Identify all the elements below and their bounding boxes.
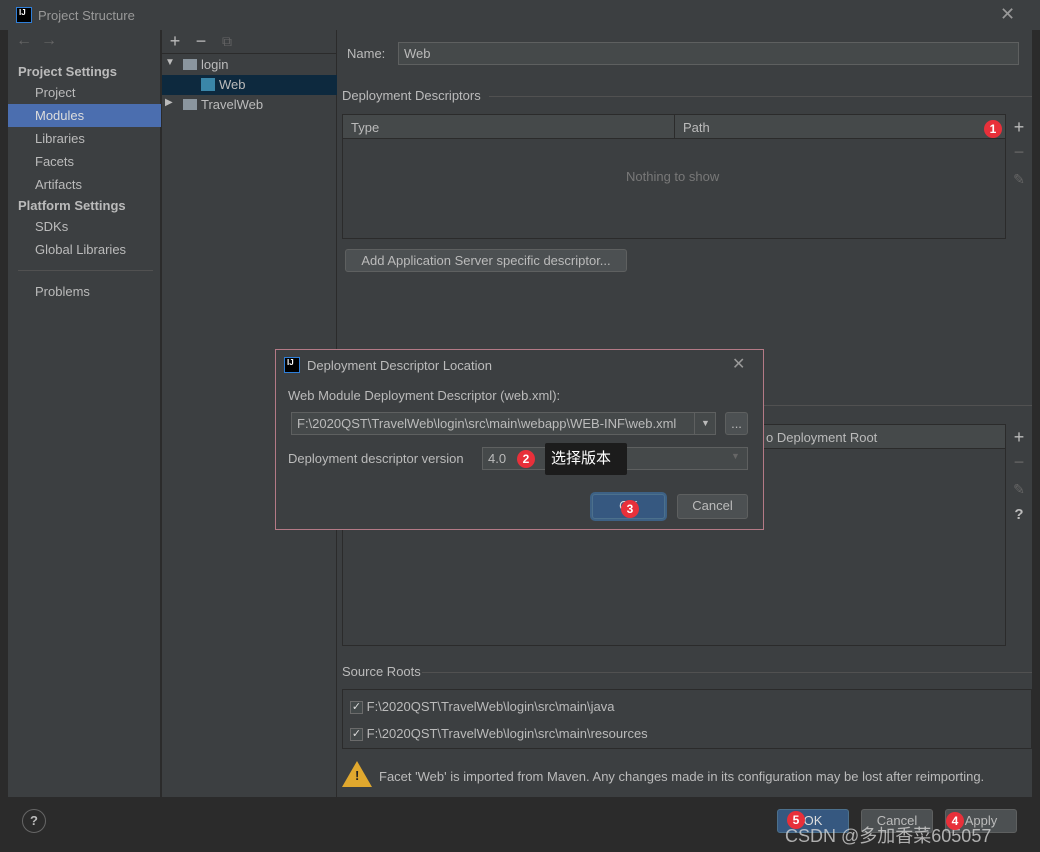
annotation-badge: 2 [517, 450, 535, 468]
column-type[interactable]: Type [351, 120, 379, 135]
close-icon[interactable]: ✕ [1000, 4, 1015, 25]
sidebar-item-artifacts[interactable]: Artifacts [8, 173, 161, 196]
intellij-logo: IJ [16, 7, 32, 23]
module-folder-icon [183, 99, 197, 110]
name-label: Name: [347, 46, 386, 61]
sidebar-item-problems[interactable]: Problems [8, 280, 161, 303]
copy-icon[interactable]: ⧉ [217, 32, 237, 50]
help-button[interactable]: ? [22, 809, 46, 833]
source-root-path: F:\2020QST\TravelWeb\login\src\main\java [366, 699, 615, 714]
browse-button[interactable]: ... [725, 412, 748, 435]
descriptors-table: Type Path Nothing to show [342, 114, 1006, 239]
window-title: Project Structure [38, 8, 135, 23]
deployment-descriptors-heading: Deployment Descriptors [342, 88, 481, 103]
warning-mark: ! [355, 768, 360, 783]
sidebar-item-project[interactable]: Project [8, 81, 161, 104]
sidebar-item-sdks[interactable]: SDKs [8, 215, 161, 238]
divider [18, 270, 153, 271]
intellij-logo: IJ [284, 357, 300, 373]
title-bar: IJ Project Structure ✕ [0, 0, 1040, 30]
sidebar-item-libraries[interactable]: Libraries [8, 127, 161, 150]
deployment-descriptor-dialog: IJ Deployment Descriptor Location ✕ Web … [275, 349, 764, 530]
source-root-item[interactable]: ✓ F:\2020QST\TravelWeb\login\src\main\ja… [350, 699, 615, 715]
descriptor-path: F:\2020QST\TravelWeb\login\src\main\weba… [297, 416, 677, 431]
tree-node-travelweb[interactable]: ▶ TravelWeb [162, 95, 337, 115]
annotation-tooltip: 选择版本 [545, 443, 627, 475]
project-settings-heading: Project Settings [18, 64, 117, 79]
tree-label: Web [219, 77, 246, 92]
source-roots-list: ✓ F:\2020QST\TravelWeb\login\src\main\ja… [342, 689, 1032, 749]
remove-root-icon[interactable]: − [1009, 453, 1029, 471]
descriptor-path-combo[interactable]: F:\2020QST\TravelWeb\login\src\main\weba… [291, 412, 716, 435]
collapse-arrow-icon[interactable]: ▶ [165, 97, 173, 108]
help-icon[interactable]: ? [1009, 506, 1029, 524]
checkbox-checked-icon[interactable]: ✓ [350, 701, 363, 715]
source-roots-heading: Source Roots [342, 664, 421, 679]
tree-node-web[interactable]: Web [162, 75, 337, 95]
descriptor-label: Web Module Deployment Descriptor (web.xm… [288, 388, 561, 403]
dialog-title: Deployment Descriptor Location [307, 358, 492, 373]
add-root-icon[interactable]: + [1009, 428, 1029, 446]
warning-text: Facet 'Web' is imported from Maven. Any … [379, 769, 985, 784]
add-server-descriptor-button[interactable]: Add Application Server specific descript… [345, 249, 627, 272]
module-folder-icon [183, 59, 197, 70]
annotation-badge: 1 [984, 120, 1002, 138]
edit-root-icon[interactable]: ✎ [1009, 480, 1029, 498]
sidebar-item-modules[interactable]: Modules [8, 104, 161, 127]
web-facet-icon [201, 78, 215, 91]
remove-descriptor-icon[interactable]: − [1009, 143, 1029, 161]
column-path[interactable]: Path [683, 120, 710, 135]
version-label: Deployment descriptor version [288, 451, 464, 466]
tree-label: TravelWeb [201, 97, 264, 112]
source-root-path: F:\2020QST\TravelWeb\login\src\main\reso… [366, 726, 648, 741]
forward-icon[interactable]: → [41, 32, 57, 50]
sidebar: ← → Project Settings Project Modules Lib… [8, 30, 161, 797]
sidebar-item-facets[interactable]: Facets [8, 150, 161, 173]
back-icon[interactable]: ← [16, 32, 32, 50]
edit-icon[interactable]: ✎ [1009, 170, 1029, 188]
dialog-cancel-button[interactable]: Cancel [677, 494, 748, 519]
source-root-item[interactable]: ✓ F:\2020QST\TravelWeb\login\src\main\re… [350, 726, 648, 742]
empty-text: Nothing to show [626, 169, 720, 184]
platform-settings-heading: Platform Settings [18, 198, 126, 213]
annotation-badge: 5 [787, 811, 805, 829]
add-descriptor-icon[interactable]: + [1009, 118, 1029, 136]
column-deployment-root[interactable]: o Deployment Root [766, 430, 877, 445]
tree-node-login[interactable]: ▼ login [162, 55, 337, 75]
annotation-badge: 3 [621, 500, 639, 518]
add-icon[interactable]: + [165, 32, 185, 50]
tree-label: login [201, 57, 229, 72]
name-input[interactable]: Web [398, 42, 1019, 65]
annotation-badge: 4 [946, 812, 964, 830]
checkbox-checked-icon[interactable]: ✓ [350, 728, 363, 742]
remove-icon[interactable]: − [191, 32, 211, 50]
dialog-close-icon[interactable]: ✕ [732, 354, 745, 374]
dropdown-arrow-icon[interactable]: ▼ [731, 451, 740, 461]
expand-arrow-icon[interactable]: ▼ [165, 57, 175, 68]
dropdown-arrow-icon[interactable]: ▼ [694, 412, 716, 435]
sidebar-item-global-libraries[interactable]: Global Libraries [8, 238, 161, 261]
